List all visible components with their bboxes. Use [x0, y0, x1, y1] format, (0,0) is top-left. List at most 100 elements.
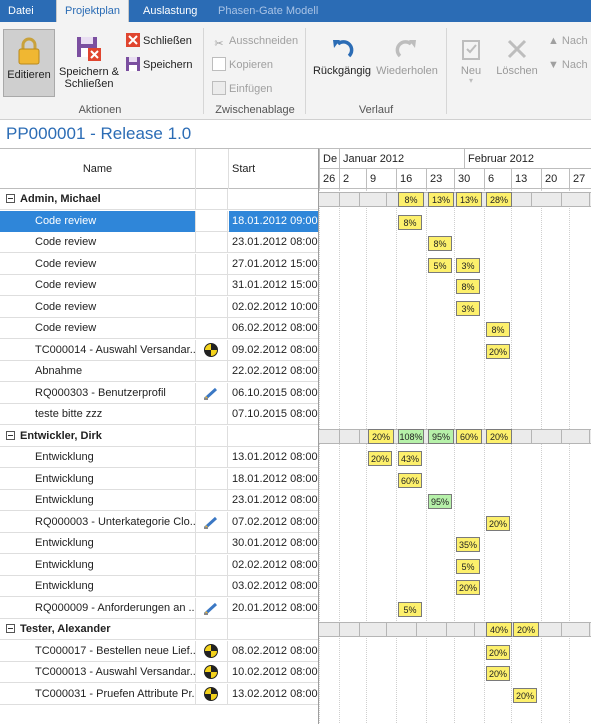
- gantt-bar[interactable]: 20%: [513, 687, 537, 703]
- cell-type: [196, 468, 228, 490]
- gantt-bar[interactable]: 43%: [398, 451, 422, 466]
- gantt-gridline: [454, 189, 455, 724]
- new-button[interactable]: Neu ▾: [452, 32, 490, 94]
- gantt-month-label: Januar 2012: [339, 149, 464, 169]
- cell-start: 13.01.2012 08:00: [232, 451, 318, 463]
- gantt-summary-load[interactable]: 40%: [486, 622, 512, 637]
- table-row[interactable]: Entwicklung 30.01.2012 08:00: [0, 533, 318, 554]
- gantt-bar[interactable]: 20%: [456, 580, 480, 595]
- column-header-start[interactable]: Start: [229, 149, 318, 189]
- task-name: Code review: [35, 236, 97, 248]
- column-header-icon[interactable]: [196, 149, 229, 189]
- cell-name: Admin, Michael: [0, 189, 196, 210]
- cell-start: 31.01.2012 15:00: [232, 279, 318, 291]
- tab-phasen-gate-modell[interactable]: Phasen-Gate Modell: [210, 0, 326, 22]
- cell-type: [196, 554, 228, 576]
- gantt-bar[interactable]: 5%: [428, 257, 452, 273]
- table-row[interactable]: Code review 18.01.2012 09:00: [0, 210, 318, 232]
- gantt-summary-load[interactable]: 8%: [398, 192, 424, 207]
- cell-start: [229, 426, 318, 447]
- table-row[interactable]: TC000013 - Auswahl Versandar... 10.02.201…: [0, 662, 318, 683]
- edit-label: Editieren: [7, 69, 51, 81]
- table-row[interactable]: TC000031 - Pruefen Attribute Pr... 13.02.…: [0, 683, 318, 705]
- column-header-name[interactable]: Name: [0, 149, 196, 189]
- table-row[interactable]: Entwicklung 02.02.2012 08:00: [0, 554, 318, 576]
- gantt-summary-load[interactable]: 20%: [513, 622, 539, 637]
- collapse-icon[interactable]: [6, 194, 15, 203]
- table-row[interactable]: Code review 02.02.2012 10:00: [0, 296, 318, 318]
- collapse-icon[interactable]: [6, 430, 15, 440]
- save-button[interactable]: Speichern: [126, 56, 193, 74]
- edit-button[interactable]: Editieren: [3, 29, 55, 97]
- table-row[interactable]: Entwicklung 03.02.2012 08:00: [0, 576, 318, 597]
- gantt-bar[interactable]: 60%: [398, 472, 422, 488]
- gantt-bar[interactable]: 3%: [456, 257, 480, 273]
- table-row[interactable]: Code review 06.02.2012 08:00: [0, 318, 318, 339]
- gantt-summary-load[interactable]: 60%: [456, 428, 482, 444]
- gantt-bar[interactable]: 5%: [398, 601, 422, 617]
- new-item-icon: [462, 40, 480, 60]
- table-row[interactable]: Entwicklung 23.01.2012 08:00: [0, 490, 318, 511]
- gantt-bar[interactable]: 8%: [398, 214, 422, 230]
- cell-start: [229, 189, 318, 210]
- cell-name: TC000013 - Auswahl Versandar...: [0, 662, 196, 683]
- gantt-bar[interactable]: 3%: [456, 300, 480, 316]
- undo-button[interactable]: Rückgängig: [310, 32, 374, 94]
- table-row[interactable]: Code review 23.01.2012 08:00: [0, 232, 318, 253]
- redo-button[interactable]: Wiederholen: [374, 32, 440, 94]
- table-row[interactable]: RQ000009 - Anforderungen an ... 20.01.201…: [0, 597, 318, 619]
- move-down-button[interactable]: ▼ Nach: [548, 56, 588, 74]
- cell-name: Entwicklung: [0, 576, 196, 597]
- gantt-bar[interactable]: 20%: [486, 666, 510, 681]
- gantt-bar[interactable]: 20%: [486, 343, 510, 359]
- arrow-up-icon: ▲: [548, 35, 559, 47]
- gantt-summary-load[interactable]: 13%: [428, 192, 454, 207]
- group-row[interactable]: Admin, Michael: [0, 189, 318, 210]
- gantt-bar[interactable]: 35%: [456, 537, 480, 552]
- gantt-summary-load[interactable]: 108%: [398, 428, 424, 444]
- ribbon-separator: [305, 28, 306, 114]
- task-name: TC000017 - Bestellen neue Lief...: [35, 644, 196, 657]
- delete-button[interactable]: Löschen: [492, 32, 542, 94]
- close-button[interactable]: Schließen: [126, 32, 192, 50]
- table-row[interactable]: RQ000003 - Unterkategorie Clo... 07.02.20…: [0, 511, 318, 533]
- paste-button[interactable]: Einfügen: [212, 80, 272, 98]
- gantt-bar[interactable]: 20%: [368, 451, 392, 466]
- copy-button[interactable]: Kopieren: [212, 56, 273, 74]
- save-close-button[interactable]: Speichern & Schließen: [58, 29, 120, 97]
- table-row[interactable]: Abnahme 22.02.2012 08:00: [0, 361, 318, 382]
- table-row[interactable]: TC000014 - Auswahl Versandar... 09.02.201…: [0, 339, 318, 361]
- gantt-bar[interactable]: 8%: [456, 279, 480, 294]
- table-row[interactable]: TC000017 - Bestellen neue Lief... 08.02.2…: [0, 640, 318, 662]
- gantt-week-label: 26: [319, 169, 339, 189]
- group-row[interactable]: Tester, Alexander: [0, 619, 318, 640]
- gantt-bar[interactable]: 8%: [486, 322, 510, 337]
- cell-type: [196, 533, 228, 554]
- table-row[interactable]: teste bitte zzz 07.10.2015 08:00: [0, 404, 318, 425]
- gantt-gridline: [396, 189, 397, 724]
- gantt-summary-load[interactable]: 95%: [428, 428, 454, 444]
- move-up-button[interactable]: ▲ Nach: [548, 32, 588, 50]
- gantt-bar[interactable]: 95%: [428, 494, 452, 509]
- tab-datei[interactable]: Datei: [0, 0, 38, 22]
- table-row[interactable]: Code review 27.01.2012 15:00: [0, 253, 318, 275]
- gantt-summary-load[interactable]: 20%: [486, 428, 512, 444]
- copy-label: Kopieren: [229, 59, 274, 71]
- collapse-icon[interactable]: [6, 624, 15, 633]
- ribbon-separator: [203, 28, 204, 114]
- gantt-bar[interactable]: 8%: [428, 236, 452, 251]
- table-row[interactable]: Entwicklung 18.01.2012 08:00: [0, 468, 318, 490]
- gantt-bar[interactable]: 5%: [456, 558, 480, 574]
- gantt-summary-load[interactable]: 28%: [486, 192, 512, 207]
- group-row[interactable]: Entwickler, Dirk: [0, 425, 318, 447]
- table-row[interactable]: Entwicklung 13.01.2012 08:00: [0, 447, 318, 468]
- gantt-bar[interactable]: 20%: [486, 644, 510, 660]
- gantt-summary-load[interactable]: 13%: [456, 192, 482, 207]
- table-row[interactable]: RQ000303 - Benutzerprofil 06.10.2015 08:0…: [0, 382, 318, 404]
- gantt-summary-load[interactable]: 20%: [368, 428, 394, 444]
- tab-auslastung[interactable]: Auslastung: [135, 0, 205, 22]
- gantt-bar[interactable]: 20%: [486, 515, 510, 531]
- cut-button[interactable]: ✂ Ausschneiden: [212, 32, 298, 50]
- tab-projektplan[interactable]: Projektplan: [56, 0, 130, 22]
- table-row[interactable]: Code review 31.01.2012 15:00: [0, 275, 318, 296]
